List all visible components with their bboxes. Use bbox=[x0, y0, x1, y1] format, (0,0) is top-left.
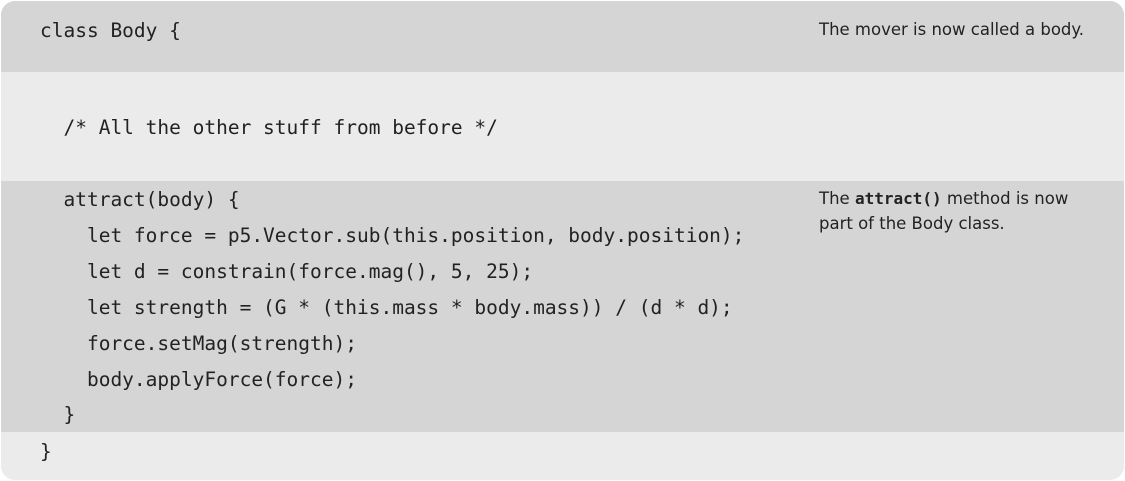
note-text: The bbox=[819, 189, 855, 208]
code-line: attract(body) { bbox=[40, 188, 240, 211]
annotation-note: The mover is now called a body. bbox=[819, 20, 1085, 39]
code-section-class-header: class Body { The mover is now called a b… bbox=[1, 1, 1124, 72]
code-line: class Body { bbox=[40, 19, 181, 42]
code-section-closing: } bbox=[1, 432, 1124, 480]
code-line: } bbox=[40, 403, 76, 426]
code-line: let d = constrain(force.mag(), 5, 25); bbox=[40, 260, 534, 283]
code-line: let force = p5.Vector.sub(this.position,… bbox=[40, 224, 745, 247]
code-section-comment: /* All the other stuff from before */ bbox=[1, 72, 1124, 181]
code-listing: class Body { The mover is now called a b… bbox=[1, 1, 1124, 480]
code-line: body.applyForce(force); bbox=[40, 368, 357, 391]
code-line: let strength = (G * (this.mass * body.ma… bbox=[40, 296, 733, 319]
code-section-attract-method: attract(body) { let force = p5.Vector.su… bbox=[1, 181, 1124, 432]
note-code-term: attract() bbox=[854, 189, 942, 208]
annotation-note: The attract() method is now part of the … bbox=[819, 186, 1104, 236]
code-line: /* All the other stuff from before */ bbox=[40, 116, 498, 139]
code-line: } bbox=[40, 440, 52, 463]
code-line: force.setMag(strength); bbox=[40, 332, 357, 355]
